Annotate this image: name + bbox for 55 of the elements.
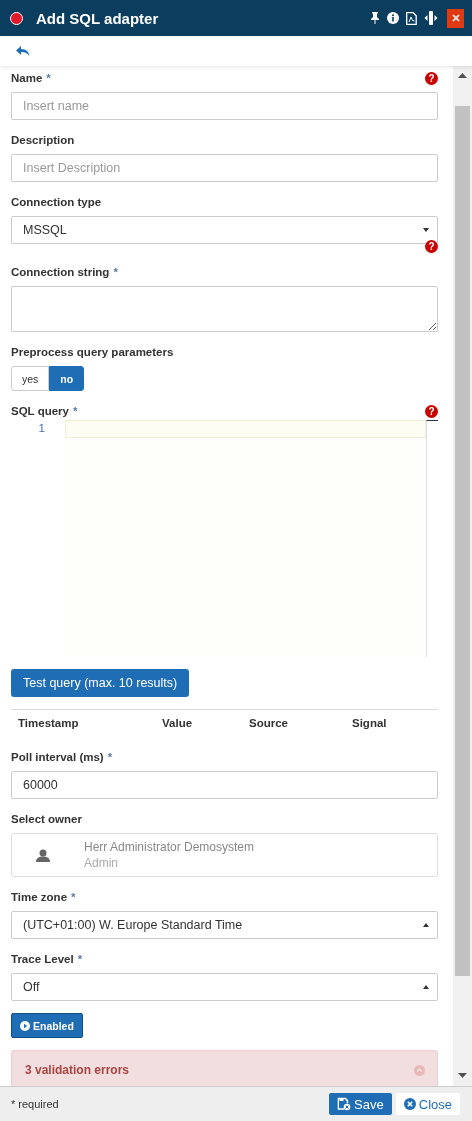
alert-title: 3 validation errors bbox=[25, 1063, 130, 1077]
field-label: Time zone bbox=[11, 891, 68, 903]
user-icon bbox=[36, 848, 50, 862]
close-icon bbox=[451, 14, 460, 22]
line-number: 1 bbox=[37, 421, 46, 434]
required-mark: * bbox=[77, 953, 83, 965]
dropdown[interactable]: Off bbox=[11, 973, 438, 1001]
field-label: Select owner bbox=[11, 813, 82, 825]
required-mark: * bbox=[71, 891, 76, 903]
field-label: Name bbox=[11, 72, 43, 84]
close-circle-icon bbox=[403, 1098, 416, 1110]
test-query-button[interactable]: Test query (max. 10 results) bbox=[11, 669, 190, 697]
save-button[interactable]: Save bbox=[329, 1093, 392, 1115]
column-header: Timestamp bbox=[18, 717, 80, 731]
close-button[interactable]: Close bbox=[395, 1093, 460, 1115]
pin-icon[interactable] bbox=[370, 12, 380, 24]
close-button[interactable] bbox=[447, 8, 464, 28]
back-arrow-icon[interactable] bbox=[16, 45, 30, 57]
field-label: SQL query bbox=[11, 405, 69, 417]
pdf-icon[interactable] bbox=[406, 11, 417, 25]
field-label: Description bbox=[11, 134, 75, 146]
scrollbar[interactable] bbox=[453, 66, 472, 1087]
input-field[interactable]: Insert name bbox=[11, 92, 438, 120]
input-field[interactable]: 60000 bbox=[11, 771, 438, 799]
save-icon bbox=[337, 1097, 352, 1111]
field-label: Preprocess query parameters bbox=[11, 346, 174, 358]
toggle-option[interactable]: no bbox=[49, 366, 85, 391]
enabled-button[interactable]: Enabled bbox=[11, 1013, 83, 1038]
column-header: Source bbox=[249, 717, 289, 731]
help-icon[interactable]: ? bbox=[425, 240, 438, 253]
window-title: Add SQL adapter bbox=[36, 9, 160, 27]
required-mark: * bbox=[46, 72, 51, 84]
editor-scrollbar[interactable] bbox=[426, 420, 438, 657]
owner-role: Admin bbox=[84, 855, 119, 871]
input-field[interactable]: Insert Description bbox=[11, 154, 438, 182]
field-label: Trace Level bbox=[11, 953, 74, 965]
required-mark: * bbox=[113, 266, 118, 278]
toggle-option[interactable]: yes bbox=[11, 366, 50, 391]
dropdown[interactable]: (UTC+01:00) W. Europe Standard Time bbox=[11, 911, 438, 939]
column-header: Signal bbox=[352, 717, 387, 731]
resize-icon[interactable] bbox=[424, 11, 438, 25]
column-header: Value bbox=[162, 717, 194, 731]
field-label: Poll interval (ms) bbox=[11, 751, 104, 763]
owner-selector[interactable]: Herr Administrator Demosystem Admin bbox=[11, 833, 438, 877]
required-mark: * bbox=[107, 751, 113, 763]
owner-name: Herr Administrator Demosystem bbox=[84, 839, 255, 855]
field-label: Connection type bbox=[11, 196, 102, 208]
play-icon bbox=[20, 1020, 30, 1031]
help-icon[interactable]: ? bbox=[425, 71, 438, 85]
required-mark: * bbox=[72, 405, 78, 417]
record-icon bbox=[10, 11, 23, 25]
help-icon[interactable]: ? bbox=[425, 404, 438, 418]
info-icon[interactable] bbox=[387, 12, 399, 24]
required-note: * required bbox=[11, 1098, 59, 1110]
field-label: Connection string bbox=[11, 266, 110, 278]
